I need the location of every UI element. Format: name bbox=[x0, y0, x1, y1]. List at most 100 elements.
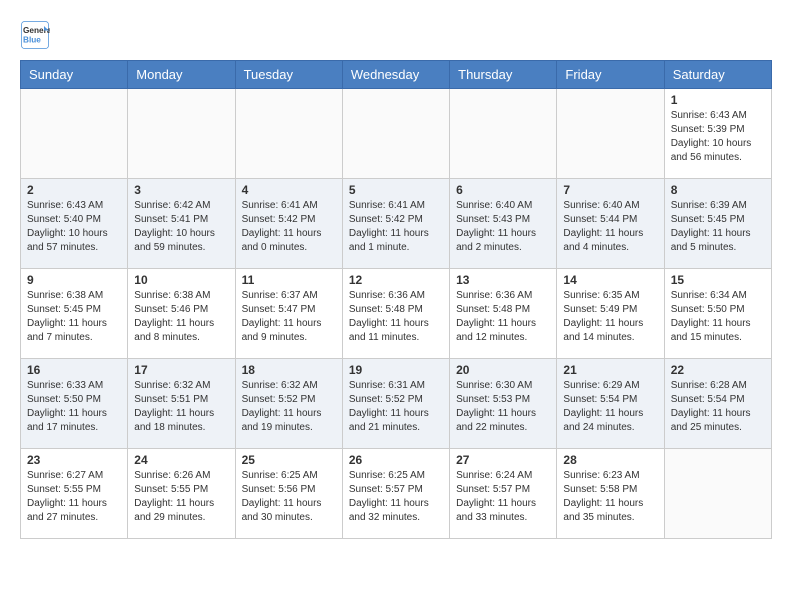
day-info: Sunrise: 6:26 AM Sunset: 5:55 PM Dayligh… bbox=[134, 469, 228, 525]
calendar-day-cell bbox=[557, 89, 664, 179]
day-number: 16 bbox=[27, 363, 121, 377]
calendar-week-row: 2 Sunrise: 6:43 AM Sunset: 5:40 PM Daylig… bbox=[21, 179, 772, 269]
day-info: Sunrise: 6:32 AM Sunset: 5:51 PM Dayligh… bbox=[134, 379, 228, 435]
calendar-week-row: 23Sunrise: 6:27 AM Sunset: 5:55 PM Dayli… bbox=[21, 449, 772, 539]
calendar-day-cell: 14 Sunrise: 6:35 AM Sunset: 5:49 PM Dayli… bbox=[557, 269, 664, 359]
weekday-header: Sunday bbox=[21, 61, 128, 89]
day-info: Sunrise: 6:25 AM Sunset: 5:57 PM Dayligh… bbox=[349, 469, 443, 525]
day-info: Sunrise: 6:35 AM Sunset: 5:49 PM Dayligh… bbox=[563, 289, 657, 345]
calendar-day-cell bbox=[235, 89, 342, 179]
day-info: Sunrise: 6:23 AM Sunset: 5:58 PM Dayligh… bbox=[563, 469, 657, 525]
day-number: 25 bbox=[242, 453, 336, 467]
weekday-header: Wednesday bbox=[342, 61, 449, 89]
logo-icon: General Blue bbox=[20, 20, 50, 50]
calendar-day-cell: 10 Sunrise: 6:38 AM Sunset: 5:46 PM Dayli… bbox=[128, 269, 235, 359]
calendar-day-cell: 5 Sunrise: 6:41 AM Sunset: 5:42 PM Daylig… bbox=[342, 179, 449, 269]
calendar-day-cell: 7 Sunrise: 6:40 AM Sunset: 5:44 PM Daylig… bbox=[557, 179, 664, 269]
day-info: Sunrise: 6:25 AM Sunset: 5:56 PM Dayligh… bbox=[242, 469, 336, 525]
day-number: 13 bbox=[456, 273, 550, 287]
day-number: 26 bbox=[349, 453, 443, 467]
calendar-day-cell: 17 Sunrise: 6:32 AM Sunset: 5:51 PM Dayli… bbox=[128, 359, 235, 449]
day-number: 22 bbox=[671, 363, 765, 377]
day-number: 21 bbox=[563, 363, 657, 377]
calendar-day-cell: 8 Sunrise: 6:39 AM Sunset: 5:45 PM Daylig… bbox=[664, 179, 771, 269]
day-number: 7 bbox=[563, 183, 657, 197]
calendar-day-cell: 27Sunrise: 6:24 AM Sunset: 5:57 PM Dayli… bbox=[450, 449, 557, 539]
day-info: Sunrise: 6:36 AM Sunset: 5:48 PM Dayligh… bbox=[456, 289, 550, 345]
calendar-day-cell: 4 Sunrise: 6:41 AM Sunset: 5:42 PM Daylig… bbox=[235, 179, 342, 269]
day-number: 11 bbox=[242, 273, 336, 287]
calendar-day-cell: 26 Sunrise: 6:25 AM Sunset: 5:57 PM Dayli… bbox=[342, 449, 449, 539]
calendar-day-cell: 11 Sunrise: 6:37 AM Sunset: 5:47 PM Dayli… bbox=[235, 269, 342, 359]
calendar-day-cell: 9 Sunrise: 6:38 AM Sunset: 5:45 PM Daylig… bbox=[21, 269, 128, 359]
day-info: Sunrise: 6:38 AM Sunset: 5:45 PM Dayligh… bbox=[27, 289, 121, 345]
calendar-week-row: 1 Sunrise: 6:43 AM Sunset: 5:39 PM Daylig… bbox=[21, 89, 772, 179]
day-info: Sunrise: 6:24 AM Sunset: 5:57 PM Dayligh… bbox=[456, 469, 550, 525]
day-number: 8 bbox=[671, 183, 765, 197]
calendar-day-cell: 1 Sunrise: 6:43 AM Sunset: 5:39 PM Daylig… bbox=[664, 89, 771, 179]
calendar-day-cell: 28 Sunrise: 6:23 AM Sunset: 5:58 PM Dayli… bbox=[557, 449, 664, 539]
weekday-header: Saturday bbox=[664, 61, 771, 89]
calendar-header-row: SundayMondayTuesdayWednesdayThursdayFrid… bbox=[21, 61, 772, 89]
day-number: 12 bbox=[349, 273, 443, 287]
calendar-day-cell: 16 Sunrise: 6:33 AM Sunset: 5:50 PM Dayli… bbox=[21, 359, 128, 449]
calendar-day-cell: 15 Sunrise: 6:34 AM Sunset: 5:50 PM Dayli… bbox=[664, 269, 771, 359]
day-number: 23 bbox=[27, 453, 121, 467]
calendar-week-row: 16 Sunrise: 6:33 AM Sunset: 5:50 PM Dayli… bbox=[21, 359, 772, 449]
day-info: Sunrise: 6:43 AM Sunset: 5:40 PM Dayligh… bbox=[27, 199, 121, 255]
day-info: Sunrise: 6:31 AM Sunset: 5:52 PM Dayligh… bbox=[349, 379, 443, 435]
day-info: Sunrise: 6:41 AM Sunset: 5:42 PM Dayligh… bbox=[242, 199, 336, 255]
day-number: 9 bbox=[27, 273, 121, 287]
calendar-day-cell: 20 Sunrise: 6:30 AM Sunset: 5:53 PM Dayli… bbox=[450, 359, 557, 449]
day-info: Sunrise: 6:32 AM Sunset: 5:52 PM Dayligh… bbox=[242, 379, 336, 435]
day-info: Sunrise: 6:38 AM Sunset: 5:46 PM Dayligh… bbox=[134, 289, 228, 345]
calendar-day-cell bbox=[664, 449, 771, 539]
calendar-day-cell bbox=[21, 89, 128, 179]
day-info: Sunrise: 6:39 AM Sunset: 5:45 PM Dayligh… bbox=[671, 199, 765, 255]
day-number: 5 bbox=[349, 183, 443, 197]
day-number: 2 bbox=[27, 183, 121, 197]
calendar-day-cell: 24 Sunrise: 6:26 AM Sunset: 5:55 PM Dayli… bbox=[128, 449, 235, 539]
calendar-day-cell: 6 Sunrise: 6:40 AM Sunset: 5:43 PM Daylig… bbox=[450, 179, 557, 269]
day-number: 28 bbox=[563, 453, 657, 467]
calendar-day-cell: 12Sunrise: 6:36 AM Sunset: 5:48 PM Dayli… bbox=[342, 269, 449, 359]
day-info: Sunrise: 6:30 AM Sunset: 5:53 PM Dayligh… bbox=[456, 379, 550, 435]
weekday-header: Thursday bbox=[450, 61, 557, 89]
day-info: Sunrise: 6:34 AM Sunset: 5:50 PM Dayligh… bbox=[671, 289, 765, 345]
day-info: Sunrise: 6:37 AM Sunset: 5:47 PM Dayligh… bbox=[242, 289, 336, 345]
day-info: Sunrise: 6:33 AM Sunset: 5:50 PM Dayligh… bbox=[27, 379, 121, 435]
day-number: 10 bbox=[134, 273, 228, 287]
day-number: 24 bbox=[134, 453, 228, 467]
calendar-day-cell: 3 Sunrise: 6:42 AM Sunset: 5:41 PM Daylig… bbox=[128, 179, 235, 269]
day-info: Sunrise: 6:40 AM Sunset: 5:43 PM Dayligh… bbox=[456, 199, 550, 255]
day-number: 20 bbox=[456, 363, 550, 377]
logo: General Blue bbox=[20, 20, 54, 50]
calendar-day-cell: 18 Sunrise: 6:32 AM Sunset: 5:52 PM Dayli… bbox=[235, 359, 342, 449]
day-info: Sunrise: 6:28 AM Sunset: 5:54 PM Dayligh… bbox=[671, 379, 765, 435]
calendar-week-row: 9 Sunrise: 6:38 AM Sunset: 5:45 PM Daylig… bbox=[21, 269, 772, 359]
day-info: Sunrise: 6:42 AM Sunset: 5:41 PM Dayligh… bbox=[134, 199, 228, 255]
weekday-header: Monday bbox=[128, 61, 235, 89]
calendar-day-cell: 21Sunrise: 6:29 AM Sunset: 5:54 PM Dayli… bbox=[557, 359, 664, 449]
day-number: 3 bbox=[134, 183, 228, 197]
calendar-day-cell bbox=[128, 89, 235, 179]
calendar-day-cell: 2 Sunrise: 6:43 AM Sunset: 5:40 PM Daylig… bbox=[21, 179, 128, 269]
calendar-day-cell: 19 Sunrise: 6:31 AM Sunset: 5:52 PM Dayli… bbox=[342, 359, 449, 449]
calendar-day-cell bbox=[450, 89, 557, 179]
day-number: 1 bbox=[671, 93, 765, 107]
day-number: 14 bbox=[563, 273, 657, 287]
day-number: 15 bbox=[671, 273, 765, 287]
weekday-header: Friday bbox=[557, 61, 664, 89]
day-info: Sunrise: 6:40 AM Sunset: 5:44 PM Dayligh… bbox=[563, 199, 657, 255]
day-info: Sunrise: 6:43 AM Sunset: 5:39 PM Dayligh… bbox=[671, 109, 765, 165]
calendar-table: SundayMondayTuesdayWednesdayThursdayFrid… bbox=[20, 60, 772, 539]
weekday-header: Tuesday bbox=[235, 61, 342, 89]
calendar-day-cell: 25 Sunrise: 6:25 AM Sunset: 5:56 PM Dayli… bbox=[235, 449, 342, 539]
day-number: 6 bbox=[456, 183, 550, 197]
day-number: 17 bbox=[134, 363, 228, 377]
svg-text:Blue: Blue bbox=[23, 36, 41, 45]
day-info: Sunrise: 6:41 AM Sunset: 5:42 PM Dayligh… bbox=[349, 199, 443, 255]
day-number: 18 bbox=[242, 363, 336, 377]
day-number: 4 bbox=[242, 183, 336, 197]
day-number: 19 bbox=[349, 363, 443, 377]
